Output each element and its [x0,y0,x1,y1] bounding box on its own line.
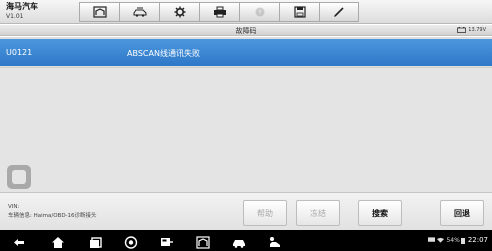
nav-recents-button[interactable] [89,234,103,248]
print-button[interactable] [199,2,239,22]
nav-car-button[interactable] [232,234,246,248]
print-icon [213,6,226,18]
vehicle-name: 海马汽车 [6,2,38,11]
home-garage-icon [196,236,210,249]
nav-back-button[interactable] [12,234,26,247]
battery-percent: 54% [446,236,460,244]
toolbar: ? [79,2,359,22]
svg-text:?: ? [258,9,261,16]
chrome-icon [124,236,138,249]
vehicle-info-text: 车辆信息: Haima/OBD-16诊断接头 [8,213,97,219]
dtc-description: ABSCAN线通讯失败 [127,49,200,58]
help-button: 帮助 [243,200,287,226]
search-button[interactable]: 搜索 [358,200,402,226]
system-navigation-bar: 54% 22:07 [0,230,492,251]
title-bar: 故障码 13.79V [0,25,492,36]
nav-home-button[interactable] [51,234,65,248]
home-icon [52,237,64,248]
dtc-list: U0121 ABSCAN线通讯失败 [0,37,492,192]
settings-icon [174,6,185,18]
vehicle-details: VIN: 车辆信息: Haima/OBD-16诊断接头 [8,203,97,221]
recents-icon [90,237,102,248]
battery-icon [457,27,467,33]
system-status: 54% 22:07 [428,236,488,244]
vci-connector-icon [161,238,173,246]
voltage-value: 13.79V [468,27,486,33]
car-icon [233,240,245,248]
assist-square-icon [12,170,26,184]
message-icon [428,237,436,242]
back-arrow-icon [14,239,24,246]
car-swap-icon [133,7,146,17]
data-logging-button[interactable] [319,2,359,22]
save-icon [293,6,306,18]
home-button[interactable] [79,2,119,22]
back-button[interactable]: 回退 [440,200,484,226]
home-icon [92,6,107,18]
help-icon: ? [255,7,264,17]
software-version: V1.01 [6,13,24,20]
freeze-frame-button: 冻结 [296,200,340,226]
wifi-icon [437,237,445,243]
data-logging-icon [334,7,344,17]
floating-assist-button[interactable] [7,165,31,189]
page-title: 故障码 [235,27,257,35]
settings-button[interactable] [159,2,199,22]
device-battery-icon [460,237,465,244]
help-toolbar-button: ? [239,2,279,22]
vehicle-voltage: 13.79V [457,27,486,33]
footer-bar: VIN: 车辆信息: Haima/OBD-16诊断接头 帮助 冻结 搜索 回退 [0,192,492,230]
dtc-row[interactable]: U0121 ABSCAN线通讯失败 [0,39,492,66]
clock: 22:07 [467,236,488,244]
nav-vci-button[interactable] [160,234,174,247]
nav-dealer-button[interactable] [268,234,282,247]
empty-list-area [0,67,492,192]
car-person-icon [270,237,280,247]
vehicle-info-header: 海马汽车 V1.01 [6,2,38,21]
vehicle-swap-button[interactable] [119,2,159,22]
dtc-code: U0121 [6,48,33,57]
nav-maxifix-button[interactable] [196,234,210,249]
top-bar: 海马汽车 V1.01 ? [0,0,492,24]
nav-browser-button[interactable] [124,234,138,249]
save-button[interactable] [279,2,319,22]
vin-label: VIN: [8,204,20,210]
